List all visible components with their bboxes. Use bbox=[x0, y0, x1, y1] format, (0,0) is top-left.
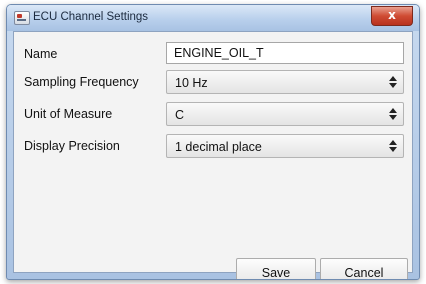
updown-arrow-icon bbox=[389, 140, 397, 152]
cancel-button[interactable]: Cancel bbox=[320, 258, 408, 279]
sampling-frequency-label: Sampling Frequency bbox=[24, 75, 139, 89]
unit-of-measure-label: Unit of Measure bbox=[24, 107, 113, 121]
unit-of-measure-value: C bbox=[175, 108, 185, 122]
name-input[interactable]: ENGINE_OIL_T bbox=[166, 42, 404, 64]
app-icon bbox=[14, 11, 30, 25]
name-row: Name ENGINE_OIL_T bbox=[14, 42, 412, 66]
title-bar[interactable]: ECU Channel Settings x bbox=[7, 5, 419, 31]
close-icon: x bbox=[388, 8, 396, 22]
unit-of-measure-select[interactable]: C bbox=[166, 102, 404, 126]
display-precision-label: Display Precision bbox=[24, 139, 120, 153]
close-button[interactable]: x bbox=[371, 6, 413, 26]
ecu-channel-settings-dialog: ECU Channel Settings x Name ENGINE_OIL_T… bbox=[6, 4, 420, 280]
display-precision-value: 1 decimal place bbox=[175, 140, 262, 154]
display-precision-row: Display Precision 1 decimal place bbox=[14, 134, 412, 158]
sampling-frequency-select[interactable]: 10 Hz bbox=[166, 70, 404, 94]
unit-of-measure-row: Unit of Measure C bbox=[14, 102, 412, 126]
sampling-frequency-value: 10 Hz bbox=[175, 76, 208, 90]
dialog-body: Name ENGINE_OIL_T Sampling Frequency 10 … bbox=[13, 31, 413, 279]
updown-arrow-icon bbox=[389, 76, 397, 88]
sampling-frequency-row: Sampling Frequency 10 Hz bbox=[14, 70, 412, 94]
window-title: ECU Channel Settings bbox=[33, 11, 149, 23]
updown-arrow-icon bbox=[389, 108, 397, 120]
save-button[interactable]: Save bbox=[236, 258, 316, 279]
display-precision-select[interactable]: 1 decimal place bbox=[166, 134, 404, 158]
name-label: Name bbox=[24, 47, 58, 61]
